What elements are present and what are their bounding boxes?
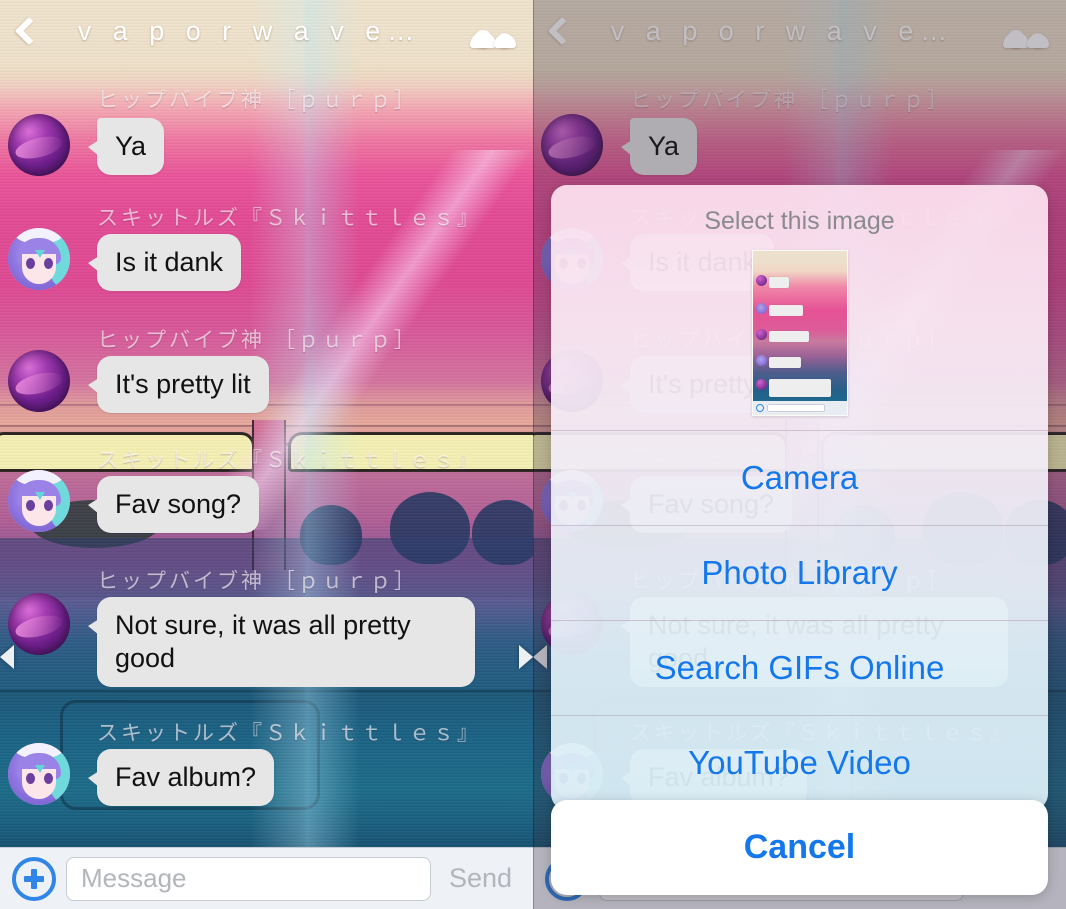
message-sender: ヒップバイブ神 ［ｐｕｒｐ］ [97, 329, 418, 352]
chevron-left-icon [14, 16, 44, 46]
message-list[interactable]: ヒップバイブ神 ［ｐｕｒｐ］ Ya スキットルズ『Ｓｋｉｔｔｌｅｓ』 Is it… [0, 62, 533, 847]
send-button[interactable]: Send [431, 863, 526, 894]
action-photo-library-button[interactable]: Photo Library [551, 525, 1048, 620]
message-sender: ヒップバイブ神 ［ｐｕｒｐ］ [97, 570, 418, 593]
chat-header: v a p o r w a v e… [0, 0, 533, 62]
message-bubble[interactable]: Not sure, it was all pretty good [88, 597, 475, 687]
dual-pane-screenshot: v a p o r w a v e… ヒップバイブ神 ［ｐｕｒｐ］ Ya スキッ… [0, 0, 1066, 909]
chat-screenshot-thumbnail[interactable] [751, 250, 848, 416]
message-bubble[interactable]: Fav song? [87, 476, 260, 533]
avatar[interactable] [8, 593, 70, 655]
message-bubble[interactable]: Is it dank [87, 234, 242, 291]
message-sender: スキットルズ『Ｓｋｉｔｔｌｅｓ』 [97, 722, 481, 745]
group-members-icon [470, 14, 519, 48]
message-sender: スキットルズ『Ｓｋｉｔｔｌｅｓ』 [97, 207, 481, 230]
message-sender: スキットルズ『Ｓｋｉｔｔｌｅｓ』 [97, 449, 481, 472]
cancel-sheet-container: Cancel [551, 800, 1048, 895]
avatar[interactable] [8, 228, 70, 290]
action-sheet-title: Select this image [704, 207, 895, 235]
message-bubble[interactable]: Ya [87, 118, 165, 175]
action-search-gifs-button[interactable]: Search GIFs Online [551, 620, 1048, 715]
action-youtube-video-button[interactable]: YouTube Video [551, 715, 1048, 810]
message-bubble[interactable]: Fav album? [87, 749, 275, 806]
cancel-button[interactable]: Cancel [551, 800, 1048, 895]
pane-divider [533, 0, 534, 909]
back-button[interactable] [0, 0, 58, 62]
group-members-button[interactable] [459, 0, 533, 62]
chat-pane-left: v a p o r w a v e… ヒップバイブ神 ［ｐｕｒｐ］ Ya スキッ… [0, 0, 533, 909]
scroll-right-arrow-icon[interactable] [519, 645, 533, 669]
action-sheet-header: Select this image [551, 185, 1048, 430]
message-input[interactable] [66, 856, 431, 901]
action-camera-button[interactable]: Camera [551, 430, 1048, 525]
chat-pane-right-with-action-sheet: v a p o r w a v e… ヒップバイブ神 ［ｐｕｒｐ］ Ya スキッ… [533, 0, 1066, 909]
message-sender: ヒップバイブ神 ［ｐｕｒｐ］ [97, 89, 418, 112]
add-attachment-icon[interactable] [12, 856, 56, 901]
avatar[interactable] [8, 350, 70, 412]
scroll-left-arrow-icon[interactable] [0, 645, 14, 669]
message-bubble[interactable]: It's pretty lit [88, 356, 269, 413]
page-title: v a p o r w a v e… [77, 15, 422, 46]
avatar[interactable] [8, 743, 70, 805]
message-input-bar: Send [0, 847, 533, 909]
avatar[interactable] [8, 114, 70, 176]
avatar[interactable] [8, 470, 70, 532]
attachment-action-sheet: Select this image Camera Photo Library S… [551, 185, 1048, 810]
